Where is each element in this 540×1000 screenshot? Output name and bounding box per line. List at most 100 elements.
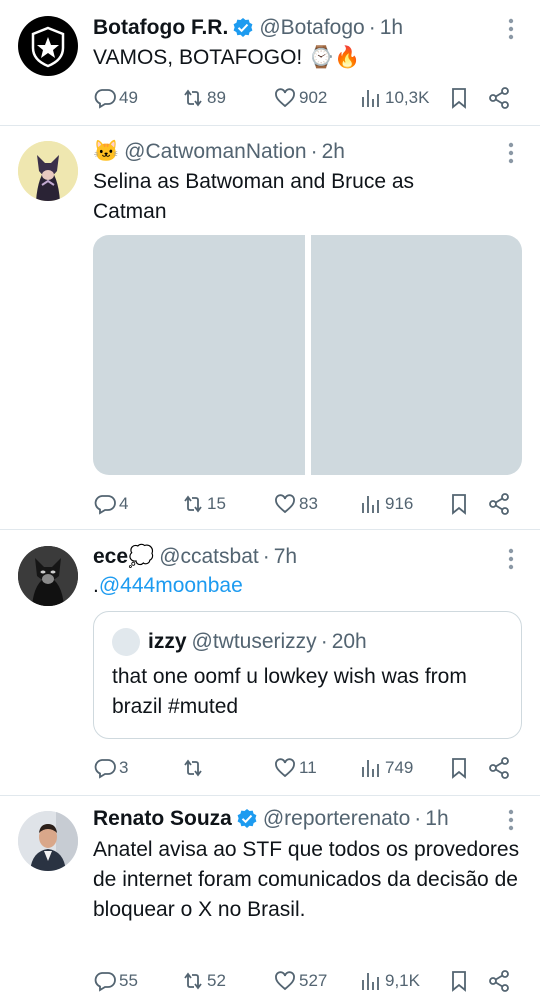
avatar[interactable] xyxy=(18,811,78,871)
verified-badge-icon xyxy=(236,808,258,830)
action-bar: 4 15 83 916 xyxy=(93,490,522,518)
more-options-icon[interactable] xyxy=(508,18,514,40)
reply-count: 4 xyxy=(119,494,129,513)
retweet-count: 89 xyxy=(207,88,226,107)
avatar[interactable] xyxy=(18,546,78,606)
view-count: 749 xyxy=(385,758,414,777)
tweet-header: Botafogo F.R. @Botafogo · 1h xyxy=(93,14,403,42)
heart-icon xyxy=(275,758,295,778)
reply-count: 55 xyxy=(119,971,138,990)
retweet-button[interactable]: 89 xyxy=(181,84,226,112)
author-name[interactable]: Botafogo F.R. xyxy=(93,16,228,40)
views-button[interactable]: 916 xyxy=(359,490,413,518)
share-button[interactable] xyxy=(487,490,511,518)
views-button[interactable]: 10,3K xyxy=(359,84,429,112)
timestamp[interactable]: 7h xyxy=(274,545,297,569)
share-button[interactable] xyxy=(487,967,511,995)
botafogo-crest-icon xyxy=(31,26,65,68)
reply-count: 49 xyxy=(119,88,138,107)
share-button[interactable] xyxy=(487,84,511,112)
author-name[interactable]: ece💭 xyxy=(93,545,154,569)
action-bar: 55 52 527 9,1K xyxy=(93,967,522,995)
separator-dot: · xyxy=(262,545,270,568)
author-handle[interactable]: @Botafogo xyxy=(259,16,364,40)
bookmark-icon xyxy=(452,88,466,109)
author-handle[interactable]: @ccatsbat xyxy=(159,545,259,569)
heart-icon xyxy=(275,494,295,514)
timestamp[interactable]: 1h xyxy=(380,16,403,40)
quote-header: izzy @twtuserizzy · 20h xyxy=(112,628,367,656)
tweet-text: .@444moonbae xyxy=(93,571,523,601)
like-count: 11 xyxy=(299,758,317,777)
bookmark-icon xyxy=(452,494,466,515)
like-count: 902 xyxy=(299,88,328,107)
separator-dot: · xyxy=(414,807,422,830)
views-button[interactable]: 9,1K xyxy=(359,967,420,995)
quote-author-name: izzy xyxy=(148,630,187,653)
tweet-text: VAMOS, BOTAFOGO! ⌚🔥 xyxy=(93,46,361,69)
heart-icon xyxy=(275,88,295,108)
catwoman-avatar-icon xyxy=(18,141,78,201)
bookmark-button[interactable] xyxy=(447,967,471,995)
bookmark-button[interactable] xyxy=(447,490,471,518)
more-options-icon[interactable] xyxy=(508,548,514,570)
views-button[interactable]: 749 xyxy=(359,754,413,782)
reply-button[interactable]: 49 xyxy=(93,84,138,112)
catwoman-mask-avatar-icon xyxy=(18,546,78,606)
bookmark-button[interactable] xyxy=(447,754,471,782)
media-grid[interactable] xyxy=(93,235,522,475)
like-button[interactable]: 527 xyxy=(273,967,327,995)
author-handle[interactable]: @CatwomanNation xyxy=(124,140,306,164)
like-button[interactable]: 902 xyxy=(273,84,327,112)
avatar[interactable] xyxy=(18,16,78,76)
retweet-icon xyxy=(184,972,202,990)
tweet-reporterenato[interactable]: Renato Souza @reporterenato · 1h Anatel … xyxy=(0,797,540,1000)
retweet-button[interactable] xyxy=(181,754,207,782)
retweet-button[interactable]: 15 xyxy=(181,490,226,518)
tweet-botafogo[interactable]: Botafogo F.R. @Botafogo · 1h VAMOS, BOTA… xyxy=(0,0,540,126)
retweet-icon xyxy=(184,759,202,777)
retweet-count: 52 xyxy=(207,971,226,990)
tweet-text: Selina as Batwoman and Bruce as Catman xyxy=(93,170,415,223)
action-bar: 49 89 902 10,3K xyxy=(93,84,522,112)
author-name[interactable]: 🐱 xyxy=(93,140,119,164)
verified-badge-icon xyxy=(232,17,254,39)
like-button[interactable]: 11 xyxy=(273,754,317,782)
quote-timestamp: 20h xyxy=(331,630,367,653)
author-handle[interactable]: @reporterenato xyxy=(263,807,410,831)
timestamp[interactable]: 1h xyxy=(425,807,448,831)
like-count: 83 xyxy=(299,494,318,513)
share-icon xyxy=(489,970,509,992)
share-icon xyxy=(489,493,509,515)
mention-link[interactable]: @444moonbae xyxy=(99,574,243,597)
tweet-catwomannation[interactable]: 🐱 @CatwomanNation · 2h Selina as Batwoma… xyxy=(0,127,540,530)
avatar[interactable] xyxy=(18,141,78,201)
share-icon xyxy=(489,87,509,109)
bookmark-icon xyxy=(452,758,466,779)
reply-count: 3 xyxy=(119,758,129,777)
share-icon xyxy=(489,757,509,779)
tweet-header: ece💭 @ccatsbat · 7h xyxy=(93,543,297,571)
media-image-left[interactable] xyxy=(93,235,305,475)
reply-button[interactable]: 4 xyxy=(93,490,128,518)
quoted-tweet[interactable]: izzy @twtuserizzy · 20h that one oomf u … xyxy=(93,611,522,739)
bookmark-button[interactable] xyxy=(447,84,471,112)
bookmark-icon xyxy=(452,971,466,992)
author-name[interactable]: Renato Souza xyxy=(93,807,232,831)
retweet-icon xyxy=(184,495,202,513)
heart-icon xyxy=(275,971,295,991)
share-button[interactable] xyxy=(487,754,511,782)
media-image-right[interactable] xyxy=(310,235,522,475)
separator-dot: · xyxy=(310,140,318,163)
more-options-icon[interactable] xyxy=(508,809,514,831)
more-options-icon[interactable] xyxy=(508,142,514,164)
like-count: 527 xyxy=(299,971,328,990)
timestamp[interactable]: 2h xyxy=(322,140,345,164)
reply-button[interactable]: 55 xyxy=(93,967,138,995)
reply-button[interactable]: 3 xyxy=(93,754,128,782)
tweet-ccatsbat[interactable]: ece💭 @ccatsbat · 7h .@444moonbae izzy @t… xyxy=(0,531,540,796)
views-icon xyxy=(362,760,379,777)
like-button[interactable]: 83 xyxy=(273,490,318,518)
separator-dot: · xyxy=(368,16,376,39)
retweet-button[interactable]: 52 xyxy=(181,967,226,995)
